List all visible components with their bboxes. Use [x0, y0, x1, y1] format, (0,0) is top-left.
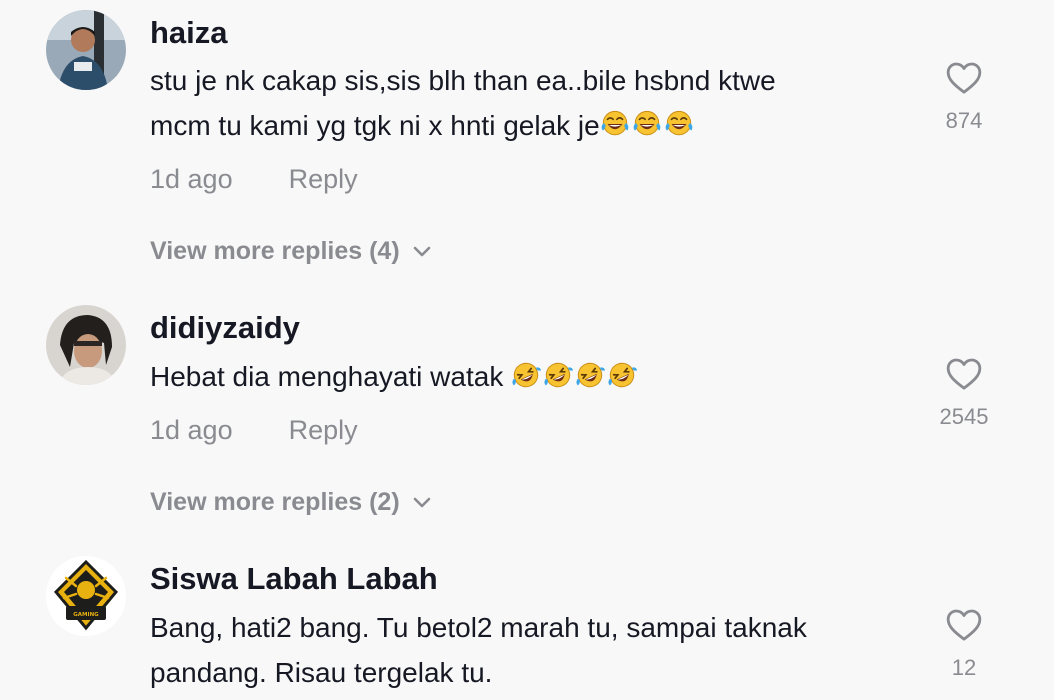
comment-text: Hebat dia menghayati watak	[150, 354, 910, 399]
heart-icon	[944, 605, 984, 645]
comment-username[interactable]: Siswa Labah Labah	[150, 561, 438, 597]
comment-text-line: stu je nk cakap sis,sis blh than ea..bil…	[150, 65, 776, 96]
heart-icon	[944, 354, 984, 394]
like-count: 12	[951, 655, 977, 680]
comment-text-segment: Hebat dia menghayati watak	[150, 361, 512, 392]
comment-text: stu je nk cakap sis,sis blh than ea..bil…	[150, 58, 910, 148]
comment-text-segment: mcm tu kami yg tgk ni x hnti gelak je	[150, 110, 600, 141]
heart-icon	[944, 58, 984, 98]
avatar[interactable]: GAMING	[46, 556, 126, 636]
avatar-image	[46, 305, 126, 385]
avatar-logo-text: GAMING	[73, 612, 99, 618]
like-count: 2545	[939, 404, 989, 429]
tears-of-joy-emoji	[600, 109, 630, 139]
rofl-emoji	[511, 360, 541, 390]
comment-timestamp: 1d ago	[150, 415, 233, 445]
view-more-replies-button[interactable]: View more replies (4)	[150, 237, 432, 266]
view-more-replies-button[interactable]: View more replies (2)	[150, 488, 432, 517]
rofl-emoji	[575, 360, 605, 390]
comment-text-line: Hebat dia menghayati watak	[150, 354, 910, 399]
comment-timestamp: 1d ago	[150, 164, 233, 194]
view-more-replies-label: View more replies (4)	[150, 237, 400, 265]
rofl-emoji	[607, 360, 637, 390]
comment-meta: 1d ago Reply	[150, 415, 358, 446]
comment-text-line: pandang. Risau tergelak tu.	[150, 657, 493, 688]
avatar[interactable]	[46, 305, 126, 385]
like-button[interactable]: 2545	[930, 354, 998, 430]
view-more-replies-label: View more replies (2)	[150, 488, 400, 516]
comment-username[interactable]: didiyzaidy	[150, 310, 300, 346]
chevron-down-icon	[413, 247, 430, 257]
rofl-emoji	[543, 360, 573, 390]
comment-username[interactable]: haiza	[150, 15, 228, 51]
comment-meta: 1d ago Reply	[150, 164, 358, 195]
like-count: 874	[945, 108, 983, 133]
avatar-image: GAMING	[46, 556, 126, 636]
like-button[interactable]: 874	[930, 58, 998, 134]
reply-button[interactable]: Reply	[289, 164, 358, 194]
avatar[interactable]	[46, 10, 126, 90]
chevron-down-icon	[413, 498, 430, 508]
like-button[interactable]: 12	[930, 605, 998, 681]
comment-text-line: Bang, hati2 bang. Tu betol2 marah tu, sa…	[150, 612, 807, 643]
avatar-image	[46, 10, 126, 90]
tears-of-joy-emoji	[632, 109, 662, 139]
comment-text-line: mcm tu kami yg tgk ni x hnti gelak je	[150, 103, 910, 148]
tears-of-joy-emoji	[664, 109, 694, 139]
comment-text: Bang, hati2 bang. Tu betol2 marah tu, sa…	[150, 605, 910, 695]
reply-button[interactable]: Reply	[289, 415, 358, 445]
